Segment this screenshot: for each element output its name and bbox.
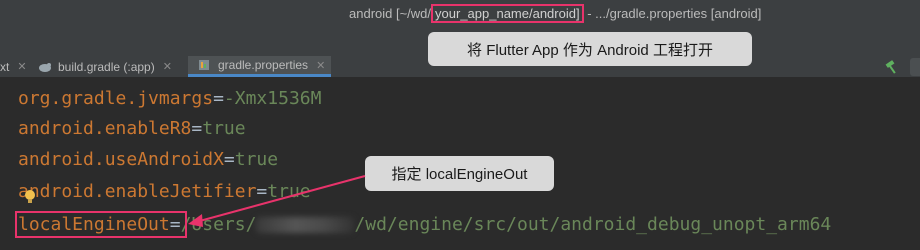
tab-label: xt [0, 59, 10, 74]
gradle-icon [38, 61, 52, 73]
tab-label: gradle.properties [218, 58, 309, 72]
tab-previous[interactable]: xt ✕ [0, 56, 33, 77]
callout-specify-engine: 指定 localEngineOut [365, 156, 554, 191]
code-line: android.useAndroidX=true [18, 148, 278, 172]
property-key: android.useAndroidX [18, 149, 224, 170]
redacted-username [256, 217, 355, 233]
properties-icon [198, 59, 212, 71]
toolbar-button[interactable] [910, 58, 920, 76]
path-suffix: /wd/engine/src/out/android_debug_unopt_a… [354, 214, 832, 235]
close-icon[interactable]: ✕ [316, 59, 325, 72]
equals-sign: = [191, 118, 203, 139]
property-key: org.gradle.jvmargs [18, 88, 214, 109]
equals-sign: = [223, 149, 235, 170]
property-key: android.enableR8 [18, 118, 192, 139]
property-value: true [202, 118, 246, 139]
window-title-prefix: android [~/wd/ [349, 6, 432, 21]
window-title: android [~/wd/your_app_name/android] - .… [349, 4, 762, 23]
property-value: true [234, 149, 279, 170]
lightbulb-icon[interactable] [24, 190, 36, 204]
hammer-icon[interactable] [884, 60, 900, 74]
window-title-highlight: your_app_name/android] [431, 4, 584, 23]
code-line: android.enableJetifier=true [18, 180, 311, 204]
callout-text: 将 Flutter App 作为 Android 工程打开 [467, 41, 713, 59]
path-prefix: /Users/ [180, 214, 257, 235]
property-value: true [267, 181, 311, 202]
title-bar: android [~/wd/your_app_name/android] - .… [0, 0, 920, 29]
property-key: android.enableJetifier [18, 181, 257, 202]
close-icon[interactable]: ✕ [17, 60, 26, 73]
callout-text: 指定 localEngineOut [391, 166, 528, 183]
property-value: -Xmx1536M [223, 88, 322, 109]
code-line: android.enableR8=true [18, 117, 246, 141]
close-icon[interactable]: ✕ [163, 60, 172, 73]
code-line: org.gradle.jvmargs=-Xmx1536M [18, 87, 321, 111]
tab-label: build.gradle (:app) [58, 59, 155, 74]
highlight-box [15, 211, 187, 238]
callout-open-as-android: 将 Flutter App 作为 Android 工程打开 [428, 32, 752, 66]
window-title-suffix: - .../gradle.properties [android] [583, 6, 762, 21]
equals-sign: = [213, 88, 224, 109]
tab-gradle-properties[interactable]: gradle.properties ✕ [188, 56, 332, 77]
equals-sign: = [256, 181, 268, 202]
tab-build-gradle[interactable]: build.gradle (:app) ✕ [38, 56, 172, 77]
